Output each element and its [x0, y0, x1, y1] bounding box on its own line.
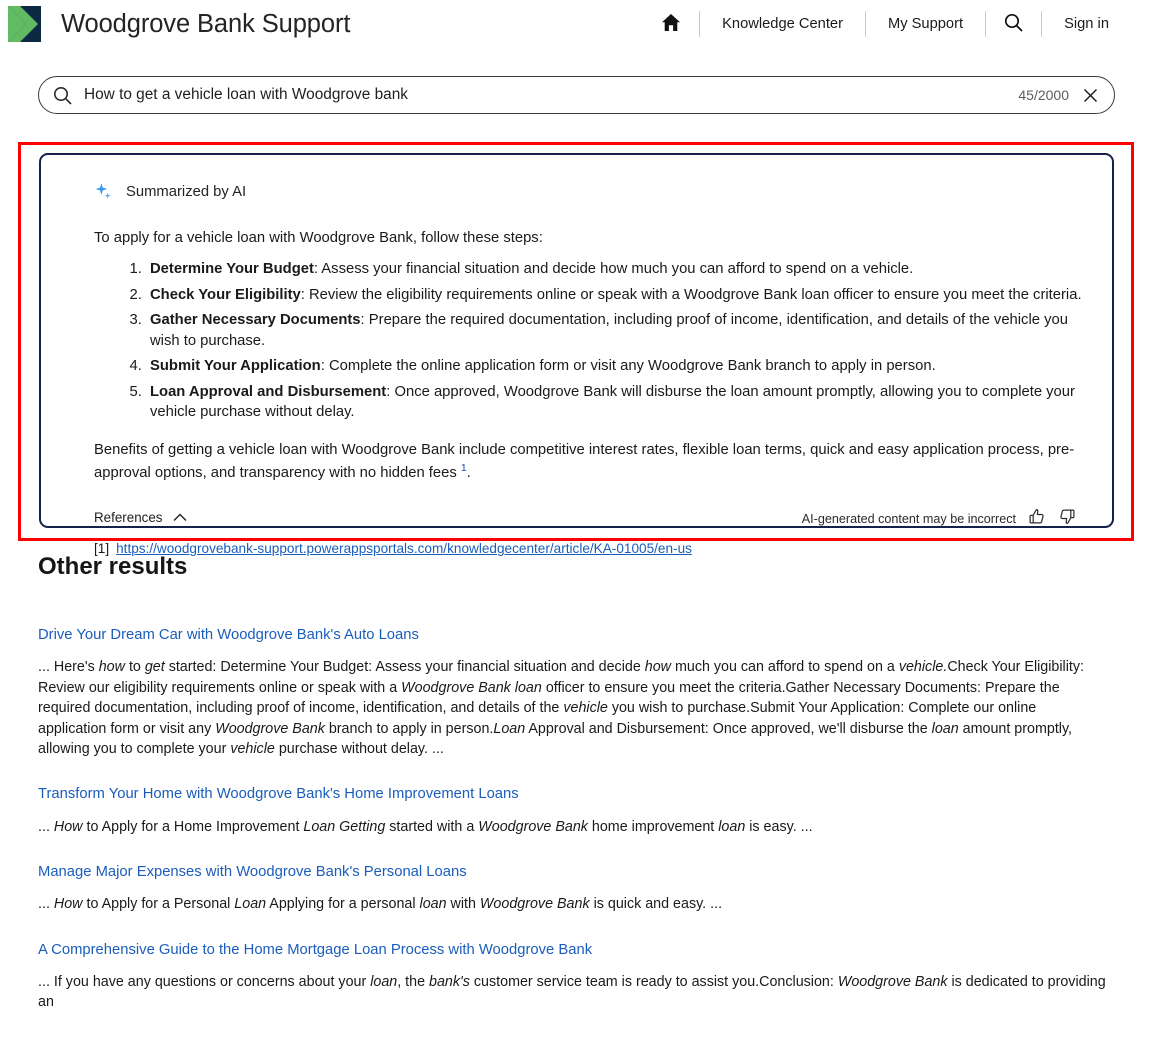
ai-summary-body: To apply for a vehicle loan with Woodgro… [94, 228, 1084, 484]
ai-summary-footer: References [1] https://woodgrovebank-sup… [94, 510, 1084, 556]
sparkle-ai-icon [94, 182, 114, 202]
search-input-icon [53, 86, 79, 105]
ai-summary-badge-label: Summarized by AI [126, 184, 246, 200]
search-icon [1004, 13, 1023, 36]
list-item: Determine Your Budget: Assess your finan… [146, 259, 1084, 280]
list-item: Transform Your Home with Woodgrove Bank'… [38, 785, 1110, 837]
woodgrove-chevron-logo-icon [6, 2, 43, 46]
nav-my-support[interactable]: My Support [866, 7, 985, 41]
chevron-up-icon [173, 510, 187, 525]
step-text: : Review the eligibility requirements on… [301, 287, 1082, 303]
result-title-link[interactable]: A Comprehensive Guide to the Home Mortga… [38, 941, 592, 960]
result-snippet: ... If you have any questions or concern… [38, 972, 1108, 1013]
nav-knowledge-center[interactable]: Knowledge Center [700, 7, 865, 41]
site-header: Woodgrove Bank Support Knowledge Center … [0, 0, 1149, 48]
search-input[interactable]: How to get a vehicle loan with Woodgrove… [79, 86, 1018, 104]
reference-link[interactable]: https://woodgrovebank-support.powerappsp… [116, 541, 692, 556]
result-snippet: ... How to Apply for a Home Improvement … [38, 817, 1108, 837]
main-nav: Knowledge Center My Support Sign in [643, 4, 1131, 44]
ai-disclaimer-text: AI-generated content may be incorrect [802, 512, 1016, 526]
list-item: Loan Approval and Disbursement: Once app… [146, 382, 1084, 423]
nav-sign-in[interactable]: Sign in [1042, 7, 1131, 41]
home-icon [661, 13, 681, 36]
thumbs-up-icon[interactable] [1028, 508, 1046, 529]
list-item: A Comprehensive Guide to the Home Mortga… [38, 941, 1110, 1013]
ai-summary-panel: Summarized by AI To apply for a vehicle … [39, 153, 1114, 528]
ai-disclaimer-block: AI-generated content may be incorrect [802, 508, 1076, 529]
ai-summary-benefits-text: Benefits of getting a vehicle loan with … [94, 442, 1074, 481]
ai-summary-badge: Summarized by AI [94, 182, 1084, 202]
step-title: Check Your Eligibility [150, 287, 301, 303]
citation-marker[interactable]: 1 [461, 462, 467, 474]
other-results-list: Drive Your Dream Car with Woodgrove Bank… [38, 626, 1110, 1039]
search-clear-button[interactable] [1083, 88, 1098, 103]
step-title: Determine Your Budget [150, 261, 314, 277]
list-item: Gather Necessary Documents: Prepare the … [146, 310, 1084, 351]
step-title: Submit Your Application [150, 358, 321, 374]
step-text: : Assess your financial situation and de… [314, 261, 913, 277]
result-snippet: ... How to Apply for a Personal Loan App… [38, 894, 1108, 914]
list-item: Manage Major Expenses with Woodgrove Ban… [38, 863, 1110, 915]
nav-search-button[interactable] [986, 7, 1041, 41]
result-title-link[interactable]: Manage Major Expenses with Woodgrove Ban… [38, 863, 467, 882]
step-title: Loan Approval and Disbursement [150, 384, 386, 400]
result-snippet: ... Here's how to get started: Determine… [38, 657, 1108, 759]
list-item: Check Your Eligibility: Review the eligi… [146, 285, 1084, 306]
list-item: Submit Your Application: Complete the on… [146, 356, 1084, 377]
search-bar[interactable]: How to get a vehicle loan with Woodgrove… [38, 76, 1115, 114]
other-results-heading: Other results [38, 553, 187, 581]
ai-summary-intro: To apply for a vehicle loan with Woodgro… [94, 228, 1084, 249]
step-text: : Complete the online application form o… [321, 358, 936, 374]
result-title-link[interactable]: Drive Your Dream Car with Woodgrove Bank… [38, 626, 419, 645]
ai-summary-steps: Determine Your Budget: Assess your finan… [94, 259, 1084, 423]
step-title: Gather Necessary Documents [150, 312, 361, 328]
search-char-counter: 45/2000 [1018, 87, 1069, 103]
reference-entry: [1] https://woodgrovebank-support.powera… [94, 541, 1084, 556]
thumbs-down-icon[interactable] [1058, 508, 1076, 529]
nav-home[interactable] [643, 7, 699, 41]
brand-block: Woodgrove Bank Support [0, 2, 350, 46]
page-title: Woodgrove Bank Support [61, 10, 350, 39]
list-item: Drive Your Dream Car with Woodgrove Bank… [38, 626, 1110, 759]
references-label: References [94, 510, 162, 525]
ai-summary-benefits: Benefits of getting a vehicle loan with … [94, 440, 1084, 485]
result-title-link[interactable]: Transform Your Home with Woodgrove Bank'… [38, 785, 519, 804]
